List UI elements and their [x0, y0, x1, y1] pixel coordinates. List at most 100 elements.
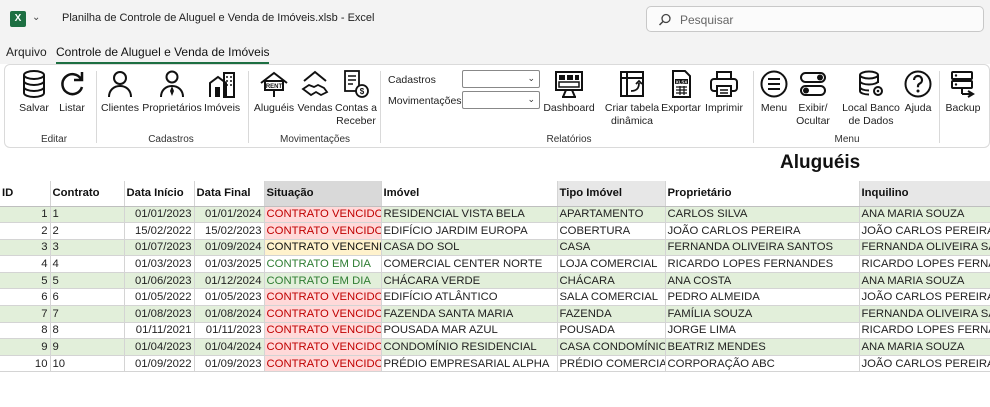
table-cell-id[interactable]: 9 [0, 338, 51, 356]
table-cell-final[interactable]: 01/11/2023 [194, 322, 265, 340]
table-cell-proprietario[interactable]: FAMÍLIA SOUZA [665, 305, 860, 323]
table-cell-situacao[interactable]: CONTRATO VENCIDO [264, 305, 382, 323]
exportar-button[interactable]: XLSX Exportar [661, 69, 701, 115]
table-cell-inicio[interactable]: 01/08/2023 [124, 305, 195, 323]
vendas-button[interactable]: Vendas [297, 69, 333, 115]
table-cell-inicio[interactable]: 01/06/2023 [124, 272, 195, 290]
table-cell-inquilino[interactable]: JOÃO CARLOS PEREIRA [859, 355, 990, 373]
table-cell-id[interactable]: 5 [0, 272, 51, 290]
table-cell-situacao[interactable]: CONTRATO VENCIDO [264, 206, 382, 224]
table-cell-final[interactable]: 01/08/2024 [194, 305, 265, 323]
table-row[interactable]: 6 6 01/05/2022 01/05/2023 CONTRATO VENCIDO ED… [0, 288, 990, 307]
table-cell-inicio[interactable]: 01/04/2023 [124, 338, 195, 356]
table-cell-contrato[interactable]: 7 [50, 305, 125, 323]
table-cell-inquilino[interactable]: RICARDO LOPES FERNANDES [859, 322, 990, 340]
table-cell-id[interactable]: 6 [0, 288, 51, 307]
cadastros-dropdown[interactable]: ⌄ [462, 70, 540, 88]
tab-arquivo[interactable]: Arquivo [6, 45, 47, 59]
table-cell-contrato[interactable]: 3 [50, 239, 125, 257]
table-cell-tipo[interactable]: CHÁCARA [557, 272, 666, 290]
table-cell-tipo[interactable]: PRÉDIO COMERCIAL [557, 355, 666, 373]
table-cell-situacao[interactable]: CONTRATO VENCENDO [264, 239, 382, 257]
table-cell-contrato[interactable]: 4 [50, 255, 125, 273]
table-cell-proprietario[interactable]: PEDRO ALMEIDA [665, 288, 860, 307]
table-cell-imovel[interactable]: CASA DO SOL [381, 239, 558, 257]
column-header[interactable]: ID [0, 181, 51, 207]
table-cell-imovel[interactable]: EDIFÍCIO JARDIM EUROPA [381, 222, 558, 240]
column-header[interactable]: Data Início [124, 181, 195, 207]
table-cell-id[interactable]: 3 [0, 239, 51, 257]
table-cell-tipo[interactable]: CASA CONDOMÍNIO [557, 338, 666, 356]
table-cell-proprietario[interactable]: CARLOS SILVA [665, 206, 860, 224]
table-cell-id[interactable]: 1 [0, 206, 51, 224]
table-cell-imovel[interactable]: EDIFÍCIO ATLÂNTICO [381, 288, 558, 307]
table-cell-contrato[interactable]: 5 [50, 272, 125, 290]
listar-button[interactable]: Listar [55, 69, 89, 115]
table-row[interactable]: 5 5 01/06/2023 01/12/2024 CONTRATO EM DIA CHÁ… [0, 272, 990, 290]
table-cell-inicio[interactable]: 01/11/2021 [124, 322, 195, 340]
table-row[interactable]: 3301/07/202301/09/2024CONTRATO VENCENDOC… [0, 239, 990, 257]
column-header[interactable]: Proprietário [665, 181, 860, 207]
table-cell-imovel[interactable]: POUSADA MAR AZUL [381, 322, 558, 340]
tab-controle-aluguel[interactable]: Controle de Aluguel e Venda de Imóveis [56, 45, 270, 64]
table-cell-imovel[interactable]: RESIDENCIAL VISTA BELA [381, 206, 558, 224]
exibir-ocultar-button[interactable]: Exibir/ Ocultar [793, 69, 833, 128]
table-cell-final[interactable]: 01/05/2023 [194, 288, 265, 307]
table-row[interactable]: 1 1 01/01/2023 01/01/2024 CONTRATO VENCIDO RE… [0, 206, 990, 224]
table-cell-inquilino[interactable]: ANA MARIA SOUZA [859, 272, 990, 290]
ajuda-button[interactable]: Ajuda [901, 69, 935, 115]
table-cell-final[interactable]: 01/04/2024 [194, 338, 265, 356]
table-cell-inquilino[interactable]: ANA MARIA SOUZA [859, 338, 990, 356]
table-cell-final[interactable]: 01/01/2024 [194, 206, 265, 224]
table-cell-id[interactable]: 4 [0, 255, 51, 273]
table-cell-contrato[interactable]: 8 [50, 322, 125, 340]
backup-button[interactable]: Backup [943, 69, 983, 115]
column-header[interactable]: Inquilino [859, 181, 990, 207]
column-header[interactable]: Data Final [194, 181, 265, 207]
table-cell-inicio[interactable]: 15/02/2022 [124, 222, 195, 240]
table-cell-proprietario[interactable]: JORGE LIMA [665, 322, 860, 340]
table-row[interactable]: 7 7 01/08/2023 01/08/2024 CONTRATO VENCIDO FA… [0, 305, 990, 323]
table-cell-contrato[interactable]: 9 [50, 338, 125, 356]
table-cell-situacao[interactable]: CONTRATO VENCIDO [264, 355, 382, 373]
table-cell-inicio[interactable]: 01/03/2023 [124, 255, 195, 273]
column-header[interactable]: Imóvel [381, 181, 558, 207]
table-row[interactable]: 9 9 01/04/2023 01/04/2024 CONTRATO VENCIDO CO… [0, 338, 990, 356]
table-cell-inicio[interactable]: 01/01/2023 [124, 206, 195, 224]
table-cell-tipo[interactable]: POUSADA [557, 322, 666, 340]
table-cell-tipo[interactable]: SALA COMERCIAL [557, 288, 666, 307]
table-cell-contrato[interactable]: 10 [50, 355, 125, 373]
table-cell-situacao[interactable]: CONTRATO EM DIA [264, 272, 382, 290]
table-cell-inquilino[interactable]: FERNANDA OLIVEIRA SANTOS [859, 239, 990, 257]
table-cell-contrato[interactable]: 6 [50, 288, 125, 307]
table-row[interactable]: 4 4 01/03/2023 01/03/2025 CONTRATO EM DIA COM… [0, 255, 990, 273]
table-cell-proprietario[interactable]: FERNANDA OLIVEIRA SANTOS [665, 239, 860, 257]
table-cell-contrato[interactable]: 1 [50, 206, 125, 224]
dashboard-button[interactable]: Dashboard [542, 69, 596, 115]
imoveis-button[interactable]: Imóveis [204, 69, 240, 115]
table-cell-situacao[interactable]: CONTRATO VENCIDO [264, 222, 382, 240]
excel-icon[interactable]: X [10, 11, 26, 27]
table-cell-proprietario[interactable]: JOÃO CARLOS PEREIRA [665, 222, 860, 240]
menu-button[interactable]: Menu [757, 69, 791, 115]
table-cell-id[interactable]: 7 [0, 305, 51, 323]
table-row[interactable]: 10 10 01/09/2022 01/09/2023 CONTRATO VENCIDO… [0, 355, 990, 373]
column-header[interactable]: Situação [264, 181, 382, 207]
chevron-down-icon[interactable]: ⌄ [32, 12, 40, 23]
table-cell-situacao[interactable]: CONTRATO EM DIA [264, 255, 382, 273]
table-cell-tipo[interactable]: COBERTURA [557, 222, 666, 240]
table-cell-final[interactable]: 01/09/2023 [194, 355, 265, 373]
table-cell-id[interactable]: 2 [0, 222, 51, 240]
table-cell-final[interactable]: 15/02/2023 [194, 222, 265, 240]
proprietarios-button[interactable]: Proprietários [142, 69, 202, 115]
table-cell-tipo[interactable]: APARTAMENTO [557, 206, 666, 224]
table-cell-situacao[interactable]: CONTRATO VENCIDO [264, 322, 382, 340]
table-cell-inquilino[interactable]: ANA MARIA SOUZA [859, 206, 990, 224]
table-cell-final[interactable]: 01/03/2025 [194, 255, 265, 273]
table-cell-imovel[interactable]: COMERCIAL CENTER NORTE [381, 255, 558, 273]
criar-tabela-dinamica-button[interactable]: Criar tabela dinâmica [604, 69, 660, 128]
table-cell-inquilino[interactable]: JOÃO CARLOS PEREIRA [859, 222, 990, 240]
table-cell-inicio[interactable]: 01/09/2022 [124, 355, 195, 373]
movimentacoes-dropdown[interactable]: ⌄ [462, 91, 540, 109]
local-banco-de-dados-button[interactable]: Local Banco de Dados [841, 69, 901, 128]
